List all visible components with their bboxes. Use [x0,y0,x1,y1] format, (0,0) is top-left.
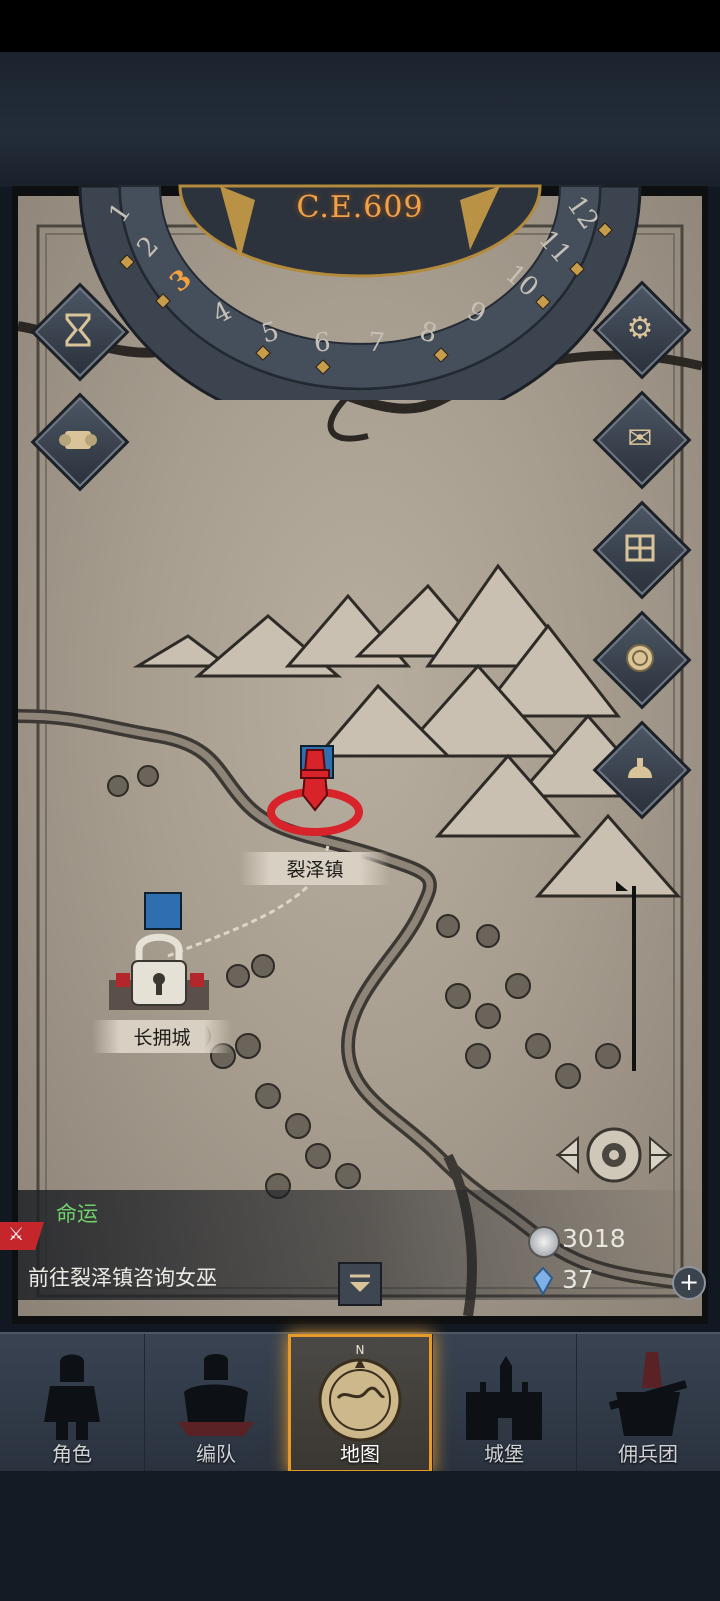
plus-icon: + [678,1268,700,1296]
month-6[interactable]: 6 [313,327,332,358]
coin-icon [610,628,670,688]
mail-button[interactable]: ✉ [596,394,688,486]
bottom-nav: 角色 编队 N 地图 城堡 佣兵团 [0,1332,720,1473]
scroll-icon [48,410,108,470]
compass-recenter-icon [555,1127,673,1183]
grid-window-icon [610,518,670,578]
gear-icon: ⚙ [626,310,654,346]
location-label-changyongcheng[interactable]: 长拥城 [92,1020,232,1053]
nav-tab-formation[interactable]: 编队 [144,1334,289,1473]
month-7[interactable]: 7 [367,327,386,358]
padlock-icon [109,933,209,1010]
settings-button[interactable]: ⚙ [596,284,688,376]
recenter-compass-button[interactable] [555,1120,673,1190]
collapse-quest-button[interactable] [338,1262,382,1306]
knight-icon [44,1354,100,1440]
nav-label-map: 地图 [340,1442,380,1466]
mercenary-icon [608,1352,688,1436]
coin-button[interactable] [596,614,688,706]
nav-label-mercenary: 佣兵团 [618,1442,678,1466]
crystal-icon [530,1266,556,1297]
bottom-band [0,1471,720,1601]
silver-amount: 3018 [562,1224,626,1253]
collapse-arrow-icon [350,1274,370,1292]
nav-tab-mercenary[interactable]: 佣兵团 [576,1334,720,1473]
nav-tab-castle[interactable]: 城堡 [432,1334,577,1473]
helmet-icon [610,738,670,798]
scroll-button[interactable] [34,396,126,488]
locked-city-marker[interactable] [104,925,214,1015]
quest-description[interactable]: 前往裂泽镇咨询女巫 [28,1262,217,1292]
svg-text:N: N [356,1343,365,1357]
current-location-marker[interactable] [265,740,365,840]
nav-tab-character[interactable]: 角色 [0,1334,145,1473]
formation-icon [178,1354,254,1436]
compass-map-icon: N [318,1343,402,1442]
hourglass-button[interactable] [34,286,126,378]
nav-tab-map[interactable]: N 地图 [288,1334,433,1473]
add-crystal-button[interactable]: + [672,1266,706,1300]
nav-label-character: 角色 [52,1442,92,1466]
silver-coin-icon [528,1226,560,1258]
window-button[interactable] [596,504,688,596]
nav-label-castle: 城堡 [484,1442,524,1466]
helmet-button[interactable] [596,724,688,816]
location-label-liezezhen[interactable]: 裂泽镇 [240,852,390,885]
nav-label-formation: 编队 [196,1442,236,1466]
location-pin-icon [267,749,363,836]
crystal-amount: 37 [562,1265,594,1294]
castle-icon [466,1356,542,1440]
hourglass-icon [48,300,108,360]
quest-type-label: 命运 [56,1202,98,1226]
mail-icon: ✉ [627,420,653,456]
